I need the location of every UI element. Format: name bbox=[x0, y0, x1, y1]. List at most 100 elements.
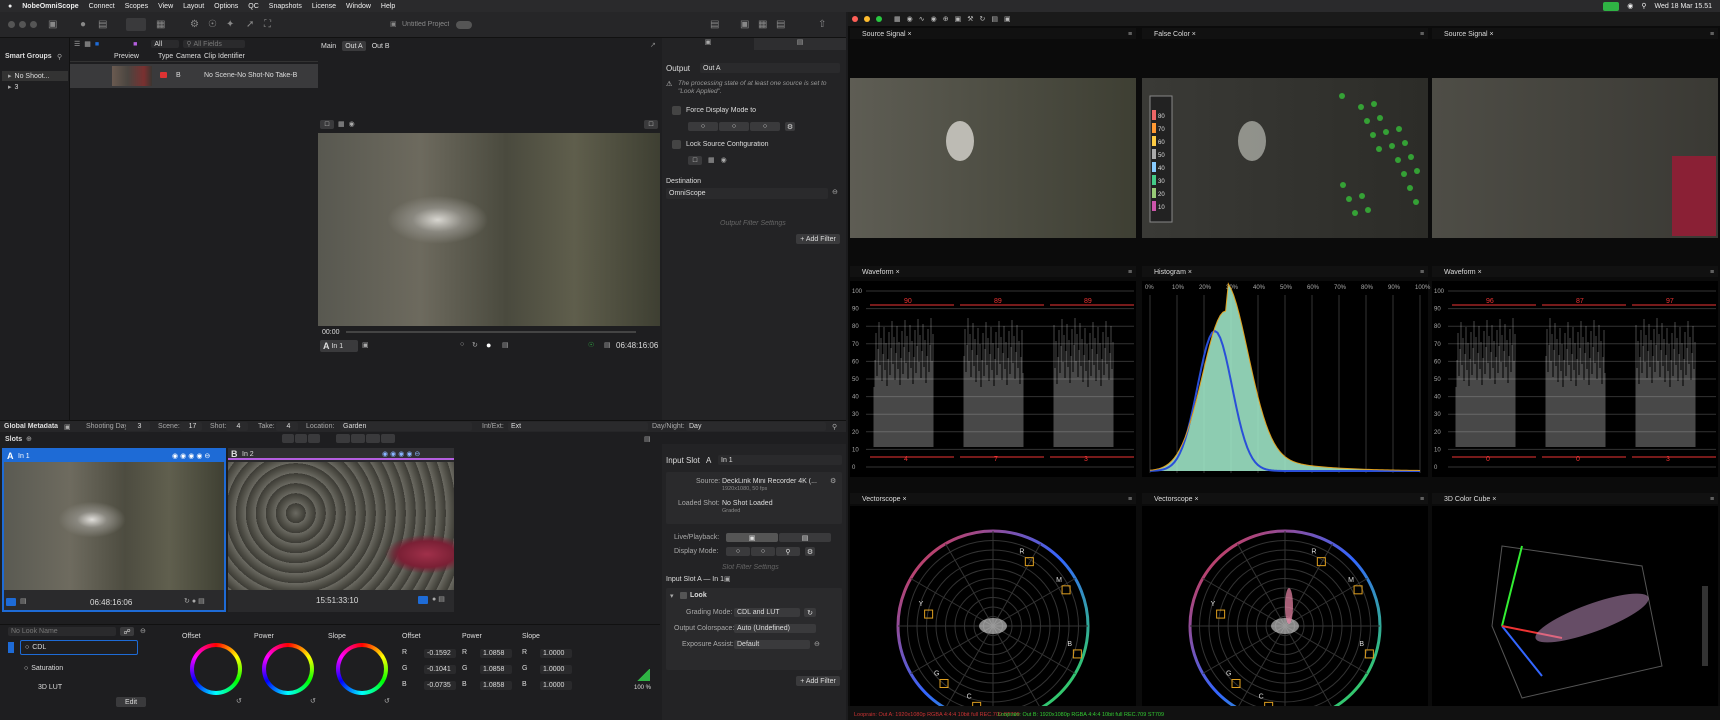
toolbar-shield-icon[interactable]: ☉ bbox=[208, 19, 217, 30]
slope-reset-icon[interactable]: ↺ bbox=[384, 697, 390, 705]
scopes-min-button[interactable] bbox=[864, 16, 870, 22]
source-settings-icon[interactable]: ⚙ bbox=[830, 477, 836, 485]
scopes-zoom-button[interactable] bbox=[876, 16, 882, 22]
cdl-value-field[interactable]: 1.0000 bbox=[540, 681, 572, 690]
apple-icon[interactable]: ● bbox=[8, 3, 12, 10]
cdl-value-field[interactable]: -0.0735 bbox=[424, 681, 456, 690]
scope-tool-refresh-icon[interactable]: ↻ bbox=[980, 15, 986, 23]
menu-app-name[interactable]: NobeOmniScope bbox=[22, 3, 78, 10]
cdl-value-field[interactable]: -0.1592 bbox=[424, 649, 456, 658]
scope-tool-grid-icon[interactable]: ▦ bbox=[894, 15, 901, 23]
single-view-icon[interactable]: □ bbox=[320, 120, 334, 129]
menu-connect[interactable]: Connect bbox=[89, 3, 115, 10]
tag-filter-icon[interactable]: ■ bbox=[133, 41, 137, 48]
add-filter-button[interactable]: + Add Filter bbox=[796, 234, 840, 244]
take-field[interactable]: 4 bbox=[276, 422, 298, 431]
toolbar-tools-icon[interactable]: ✦ bbox=[226, 19, 234, 30]
scope-tool-vector-icon[interactable]: ◉ bbox=[931, 15, 937, 23]
exposure-assist-select[interactable]: Default bbox=[734, 640, 810, 649]
power-wheel[interactable] bbox=[262, 643, 314, 695]
slot-b-controls[interactable]: ●▤ bbox=[432, 595, 447, 603]
slot-a-card[interactable]: A In 1 ◉◉◉◉⊖ ▤ 06:48:16:06 ↻●▤ bbox=[2, 448, 226, 612]
look-item-lut[interactable]: 3D LUT bbox=[20, 680, 138, 695]
filter-all-select[interactable]: All bbox=[151, 40, 180, 48]
header-type[interactable]: Type bbox=[158, 53, 173, 60]
scope-tool-wave-icon[interactable]: ∿ bbox=[919, 15, 925, 23]
header-camera[interactable]: Camera bbox=[176, 53, 201, 60]
slot-layout-2[interactable] bbox=[295, 434, 307, 443]
live-button[interactable]: ▣ bbox=[726, 533, 778, 542]
lock-single-icon[interactable]: □ bbox=[688, 156, 702, 165]
menu-help[interactable]: Help bbox=[381, 3, 395, 10]
toolbar-grid-icon[interactable]: ▦ bbox=[156, 19, 165, 30]
slots-sidebar-icon[interactable]: ▤ bbox=[644, 435, 651, 443]
camera-icon[interactable]: ▣ bbox=[362, 341, 369, 349]
scene-field[interactable]: 17 bbox=[180, 422, 202, 431]
slot-display-settings[interactable]: ⚙ bbox=[805, 547, 815, 556]
slot-a-camera-icon[interactable] bbox=[6, 598, 16, 606]
slot-display-zoom[interactable]: ⚲ bbox=[776, 547, 800, 556]
menu-layout[interactable]: Layout bbox=[183, 3, 204, 10]
slot-view-big[interactable] bbox=[381, 434, 395, 443]
look-checkbox[interactable] bbox=[680, 592, 687, 599]
tab-out-a[interactable]: Out A bbox=[342, 41, 366, 51]
toolbar-video-icon[interactable] bbox=[126, 18, 146, 31]
metadata-view-icon[interactable]: ▣ bbox=[64, 423, 71, 431]
table-row[interactable]: B No Scene-No Shot-No Take-B bbox=[70, 64, 318, 88]
list-view-icon[interactable]: ☰ bbox=[74, 40, 80, 48]
cdl-value-field[interactable]: 1.0858 bbox=[480, 681, 512, 690]
cdl-value-field[interactable]: 1.0000 bbox=[540, 649, 572, 658]
playback-button[interactable]: ▤ bbox=[779, 533, 831, 542]
slot-display-single[interactable]: ○ bbox=[726, 547, 750, 556]
toolbar-export-icon[interactable]: ➚ bbox=[246, 19, 254, 30]
smart-group-item[interactable]: ▸ 3 bbox=[2, 82, 68, 92]
offset-reset-icon[interactable]: ↺ bbox=[236, 697, 242, 705]
lock-quad-icon[interactable]: ▦ bbox=[708, 156, 715, 165]
menu-view[interactable]: View bbox=[158, 3, 173, 10]
slot-display-dual[interactable]: ○ bbox=[751, 547, 775, 556]
loop-icon[interactable]: ↻ bbox=[472, 341, 478, 349]
slot-a-tools[interactable]: ◉◉◉◉⊖ bbox=[172, 452, 212, 460]
clock[interactable]: Wed 18 Mar 15.51 bbox=[1655, 3, 1712, 10]
slots-add-icon[interactable]: ⊕ bbox=[26, 435, 32, 443]
slot-b-card[interactable]: B In 2 ◉◉◉◉⊖ 15:51:33:10 ●▤ bbox=[228, 448, 454, 612]
output-colorspace-select[interactable]: Auto (Undefined) bbox=[734, 624, 816, 633]
slot-b-tools[interactable]: ◉◉◉◉⊖ bbox=[382, 450, 422, 458]
scope-tool-cube-icon[interactable]: ▣ bbox=[955, 15, 962, 23]
search-field[interactable]: ⚲ All Fields bbox=[183, 40, 246, 48]
input-selector[interactable]: A In 1 bbox=[320, 340, 358, 352]
scope-tool-rgb-icon[interactable]: ◉ bbox=[907, 15, 913, 23]
cdl-value-field[interactable]: 1.0000 bbox=[540, 665, 572, 674]
cdl-toggle-icon[interactable]: ○ bbox=[25, 644, 29, 651]
tab-out-b[interactable]: Out B bbox=[369, 41, 393, 51]
slot-add-filter-button[interactable]: + Add Filter bbox=[796, 676, 840, 686]
offset-wheel[interactable] bbox=[190, 643, 242, 695]
toolbar-photo-icon[interactable]: ▤ bbox=[98, 19, 107, 30]
look-item-saturation[interactable]: ○ Saturation bbox=[20, 661, 138, 676]
camera-status-icon[interactable] bbox=[1603, 1, 1620, 11]
look-name-field[interactable]: No Look Name bbox=[8, 627, 116, 636]
menu-snapshots[interactable]: Snapshots bbox=[269, 3, 302, 10]
menu-window[interactable]: Window bbox=[346, 3, 371, 10]
display-mode-single[interactable]: ○ bbox=[688, 122, 718, 131]
viewer-options-icon[interactable]: □ bbox=[644, 120, 658, 129]
inspector-tab-info[interactable]: ▣ bbox=[662, 38, 754, 50]
header-preview[interactable]: Preview bbox=[114, 53, 139, 60]
slot-view-list[interactable] bbox=[336, 434, 350, 443]
inspector-tab-layout[interactable]: ▤ bbox=[754, 38, 846, 50]
display-mode-dual[interactable]: ○ bbox=[719, 122, 749, 131]
grading-mode-select[interactable]: CDL and LUT bbox=[734, 608, 800, 617]
slot-layout-1[interactable] bbox=[282, 434, 294, 443]
toolbar-lock-icon[interactable]: ⛶ bbox=[264, 19, 271, 30]
look-disclosure-icon[interactable]: ▾ bbox=[670, 592, 674, 600]
force-display-checkbox[interactable] bbox=[672, 106, 681, 115]
destination-remove-icon[interactable]: ⊖ bbox=[832, 188, 838, 196]
camera-filter-icon[interactable]: ■ bbox=[95, 41, 99, 48]
menu-qc[interactable]: QC bbox=[248, 3, 259, 10]
smart-groups-search-icon[interactable]: ⚲ bbox=[57, 53, 62, 61]
close-window-button[interactable] bbox=[8, 21, 15, 28]
eye-icon[interactable]: ◉ bbox=[349, 120, 355, 129]
toolbar-layout2-icon[interactable]: ▦ bbox=[758, 19, 767, 30]
snapshot-icon[interactable]: ▤ bbox=[502, 341, 509, 349]
input-slot-name-field[interactable]: In 1 bbox=[718, 455, 842, 465]
